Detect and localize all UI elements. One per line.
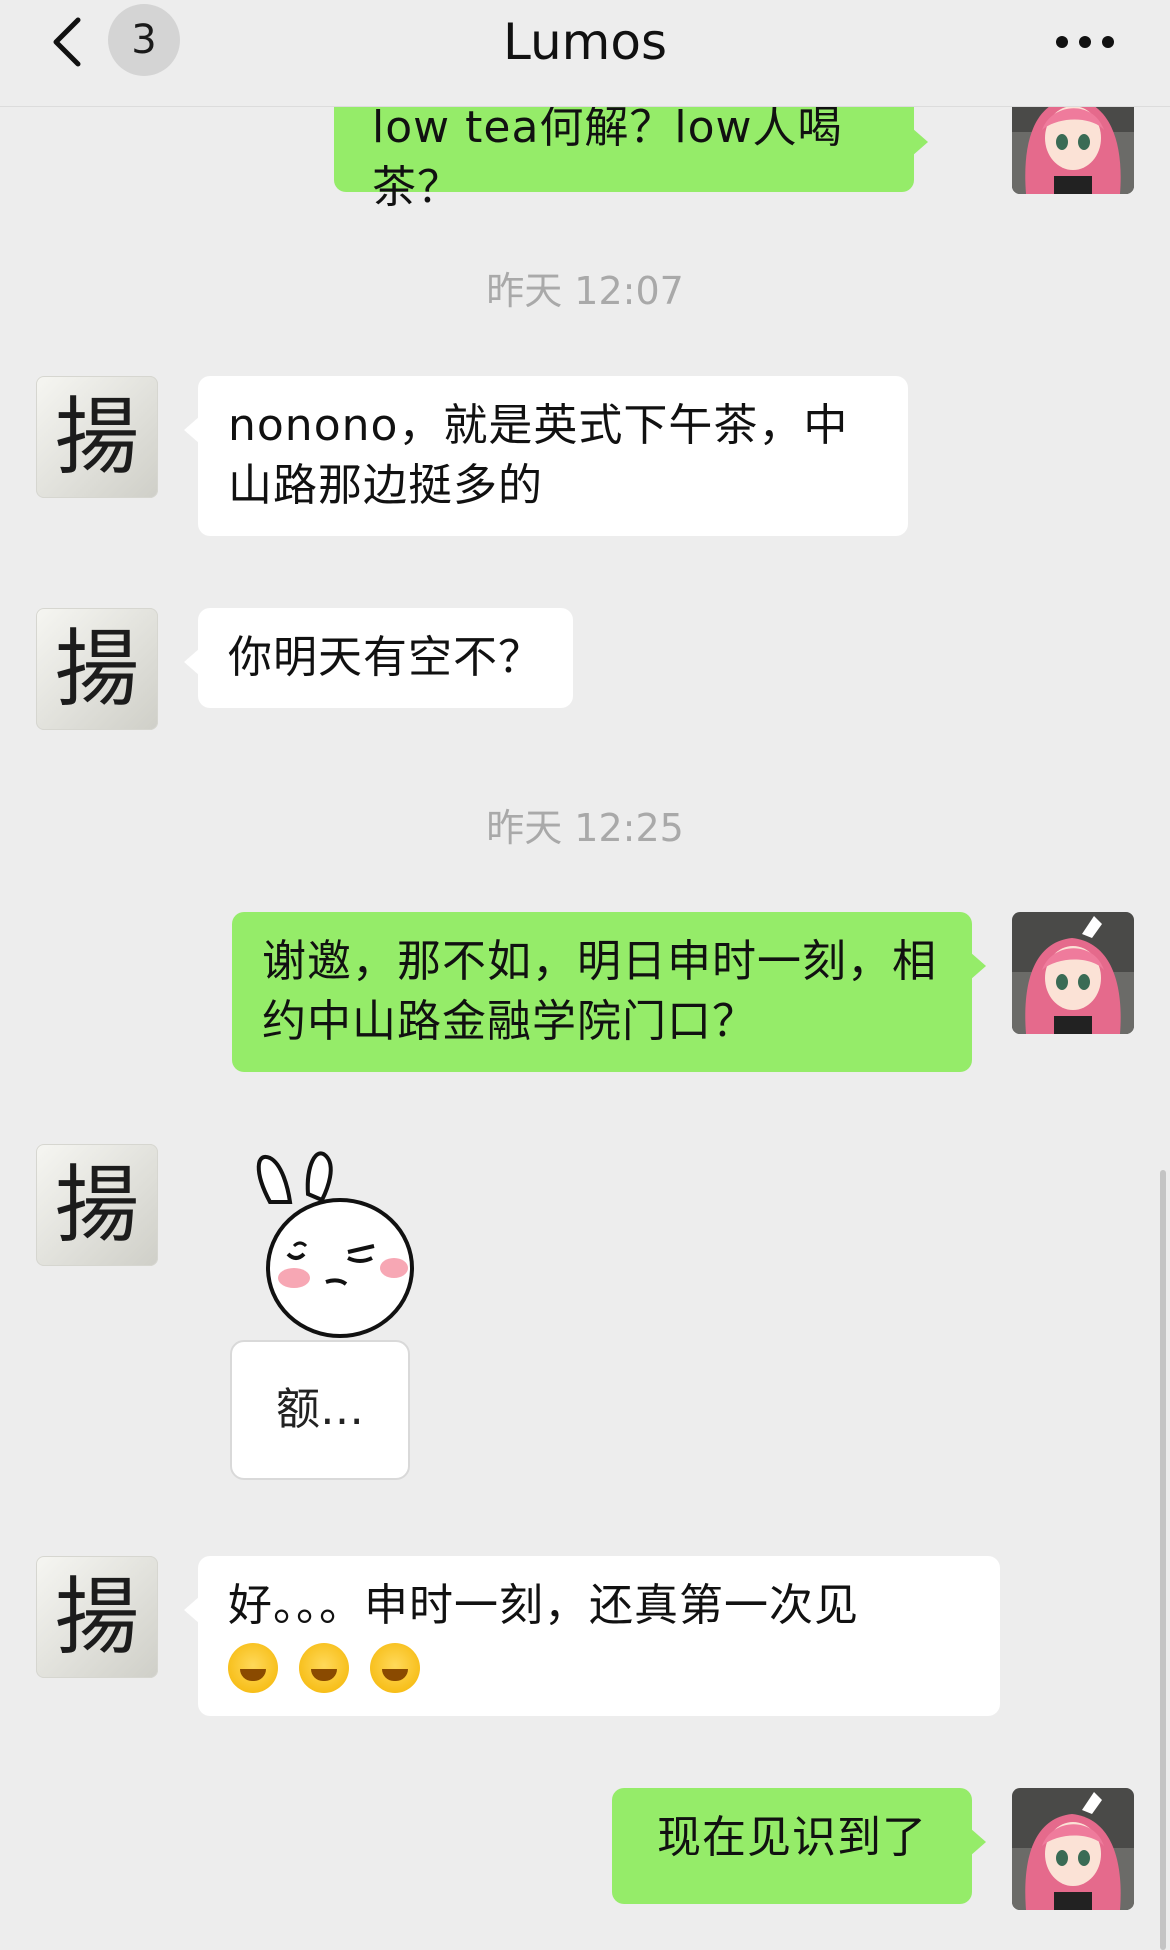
incoming-message[interactable]: 你明天有空不？ <box>184 608 573 708</box>
anime-girl-avatar-icon <box>1012 1788 1134 1910</box>
chat-area: low tea何解？low人喝茶？ 昨天 12:07 揚 nonono，就是英式… <box>0 0 1170 1950</box>
chat-header: 3 Lumos <box>0 0 1170 107</box>
contact-avatar[interactable]: 揚 <box>36 608 158 730</box>
message-text: 现在见识到了 <box>657 1812 927 1863</box>
sticker-caption: 额… <box>230 1340 410 1480</box>
timestamp: 昨天 12:07 <box>486 269 684 313</box>
chat-title: Lumos <box>502 13 667 71</box>
face-with-tears-of-joy-icon <box>370 1643 420 1693</box>
message-text: 好。。。申时一刻，还真第一次见 <box>228 1580 859 1631</box>
my-avatar[interactable] <box>1012 1788 1134 1910</box>
contact-avatar[interactable]: 揚 <box>36 376 158 498</box>
message-text: 谢邀，那不如，明日申时一刻，相约中山路金融学院门口？ <box>262 936 937 1047</box>
anime-girl-avatar-icon <box>1012 912 1134 1034</box>
outgoing-message[interactable]: 现在见识到了 <box>612 1788 986 1904</box>
more-dots-icon <box>1056 36 1114 48</box>
emoji-row <box>228 1636 426 1696</box>
calligraphy-avatar-icon: 揚 <box>54 388 139 486</box>
more-button[interactable] <box>1050 22 1120 62</box>
my-avatar[interactable] <box>1012 912 1134 1034</box>
contact-avatar[interactable]: 揚 <box>36 1144 158 1266</box>
scrollbar[interactable] <box>1160 1170 1166 1950</box>
incoming-message[interactable]: 好。。。申时一刻，还真第一次见 <box>184 1556 1000 1716</box>
message-text: 你明天有空不？ <box>228 632 543 683</box>
calligraphy-avatar-icon: 揚 <box>54 1568 139 1666</box>
incoming-message[interactable]: nonono，就是英式下午茶，中山路那边挺多的 <box>184 376 908 536</box>
calligraphy-avatar-icon: 揚 <box>54 1156 139 1254</box>
timestamp: 昨天 12:25 <box>486 806 684 850</box>
contact-avatar[interactable]: 揚 <box>36 1556 158 1678</box>
calligraphy-avatar-icon: 揚 <box>54 620 139 718</box>
message-text: nonono，就是英式下午茶，中山路那边挺多的 <box>228 400 849 511</box>
outgoing-message[interactable]: 谢邀，那不如，明日申时一刻，相约中山路金融学院门口？ <box>232 912 986 1072</box>
rabbit-sticker-icon <box>256 1151 414 1338</box>
sticker-message[interactable]: 额… <box>198 1132 478 1492</box>
face-with-tears-of-joy-icon <box>299 1643 349 1693</box>
message-text: low tea何解？low人喝茶？ <box>372 102 843 213</box>
face-with-tears-of-joy-icon <box>228 1643 278 1693</box>
